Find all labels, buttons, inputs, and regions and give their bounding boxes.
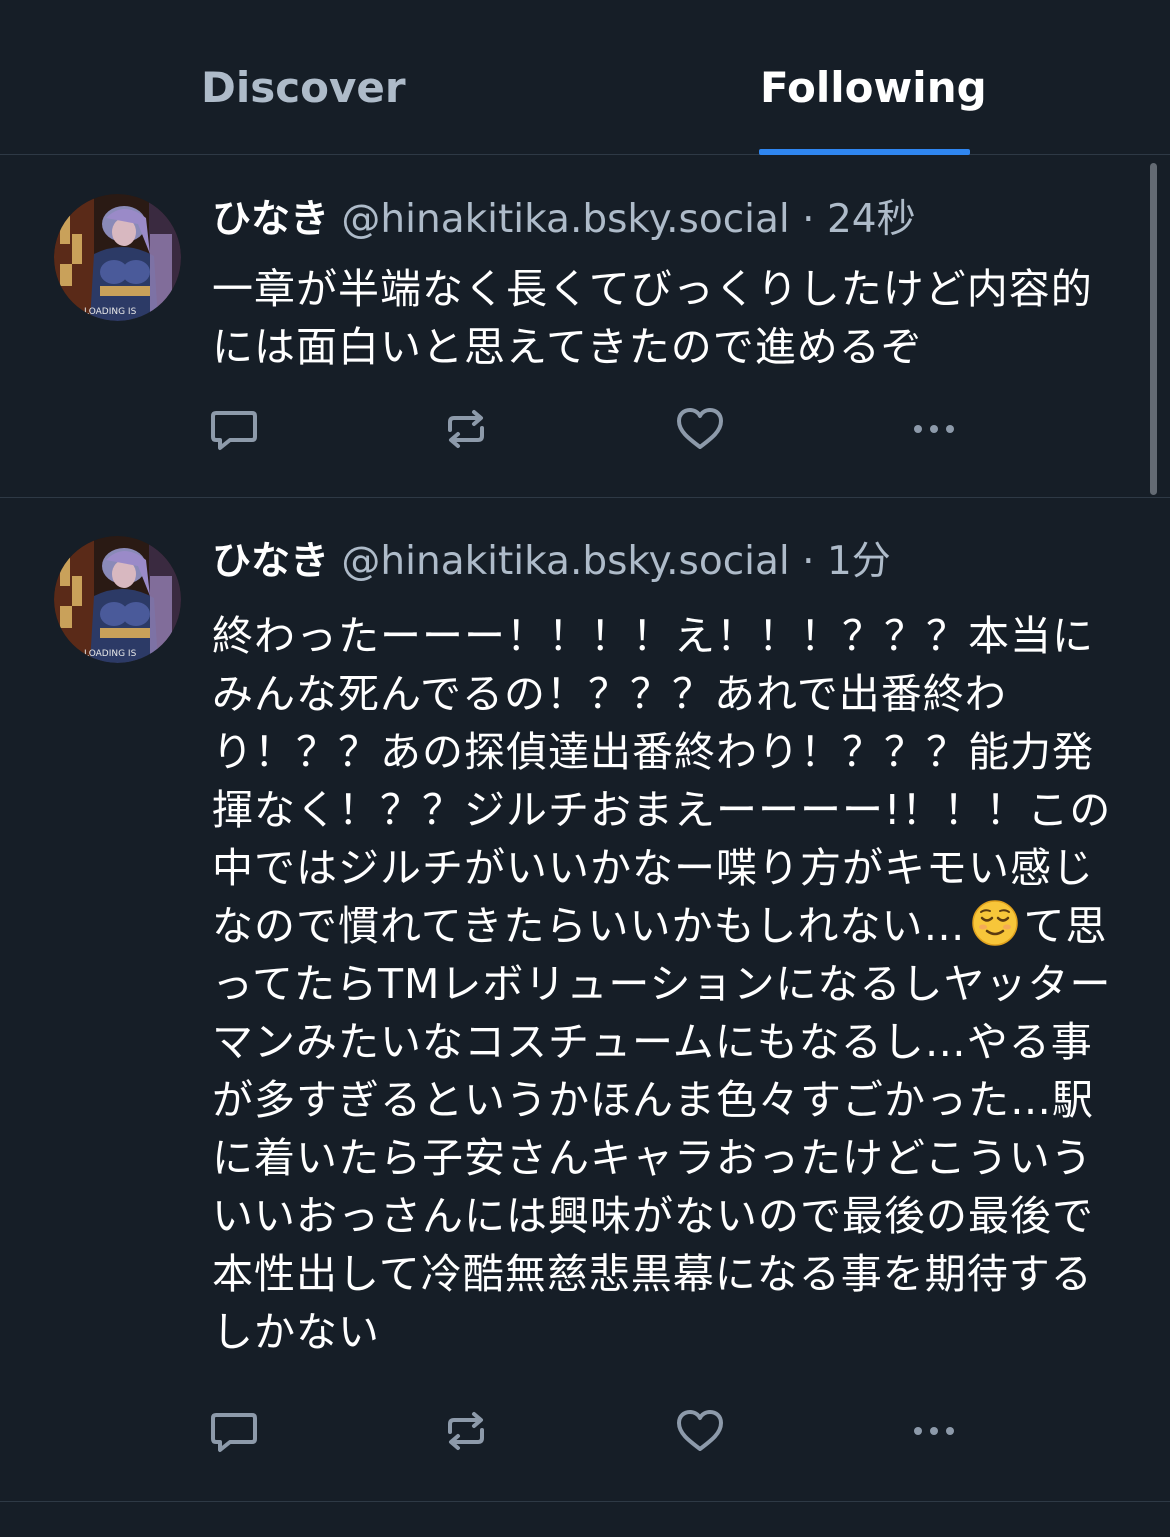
author-display-name[interactable]: ひなき	[212, 197, 329, 242]
post-timestamp[interactable]: 1分	[827, 539, 891, 584]
reply-icon[interactable]	[208, 404, 260, 454]
author-handle[interactable]: @hinakitika.bsky.social	[341, 197, 789, 242]
post-header: ひなき @hinakitika.bsky.social · 1分	[212, 536, 891, 588]
feed-post[interactable]: LOADING IS ひなき @hinakitika.bsky.social ·…	[0, 498, 1170, 1502]
tab-following[interactable]: Following	[760, 62, 987, 114]
post-actions	[0, 404, 1170, 454]
post-text-part: て思ってたらTMレボリューションになるしヤッターマンみたいなコスチュームにもなる…	[212, 902, 1112, 1356]
like-icon[interactable]	[674, 404, 726, 454]
avatar-caption: LOADING IS	[84, 307, 137, 317]
avatar[interactable]: LOADING IS	[54, 194, 181, 321]
author-display-name[interactable]: ひなき	[212, 539, 329, 584]
post-actions	[0, 1406, 1170, 1456]
avatar-caption: LOADING IS	[84, 649, 137, 659]
reply-icon[interactable]	[208, 1406, 260, 1456]
avatar[interactable]: LOADING IS	[54, 536, 181, 663]
feed-post[interactable]: LOADING IS ひなき @hinakitika.bsky.social ·…	[0, 156, 1170, 498]
tab-discover[interactable]: Discover	[201, 62, 406, 114]
repost-icon[interactable]	[440, 1406, 492, 1456]
feed-tab-bar: Discover Following	[0, 0, 1170, 155]
more-options-icon[interactable]	[908, 1406, 960, 1456]
meta-separator: ·	[802, 197, 815, 242]
repost-icon[interactable]	[440, 404, 492, 454]
relieved-face-emoji	[970, 898, 1020, 948]
post-header: ひなき @hinakitika.bsky.social · 24秒	[212, 194, 916, 246]
author-handle[interactable]: @hinakitika.bsky.social	[341, 539, 789, 584]
post-timestamp[interactable]: 24秒	[827, 197, 916, 242]
post-text: 終わったーーー！！！！え！！！？？？本当にみんな死んでるの！？？？あれで出番終わ…	[212, 607, 1122, 1361]
more-options-icon[interactable]	[908, 404, 960, 454]
active-tab-indicator	[759, 149, 970, 155]
meta-separator: ·	[802, 539, 815, 584]
like-icon[interactable]	[674, 1406, 726, 1456]
post-text: 一章が半端なく長くてびっくりしたけど内容的には面白いと思えてきたので進めるぞ	[212, 265, 1093, 371]
